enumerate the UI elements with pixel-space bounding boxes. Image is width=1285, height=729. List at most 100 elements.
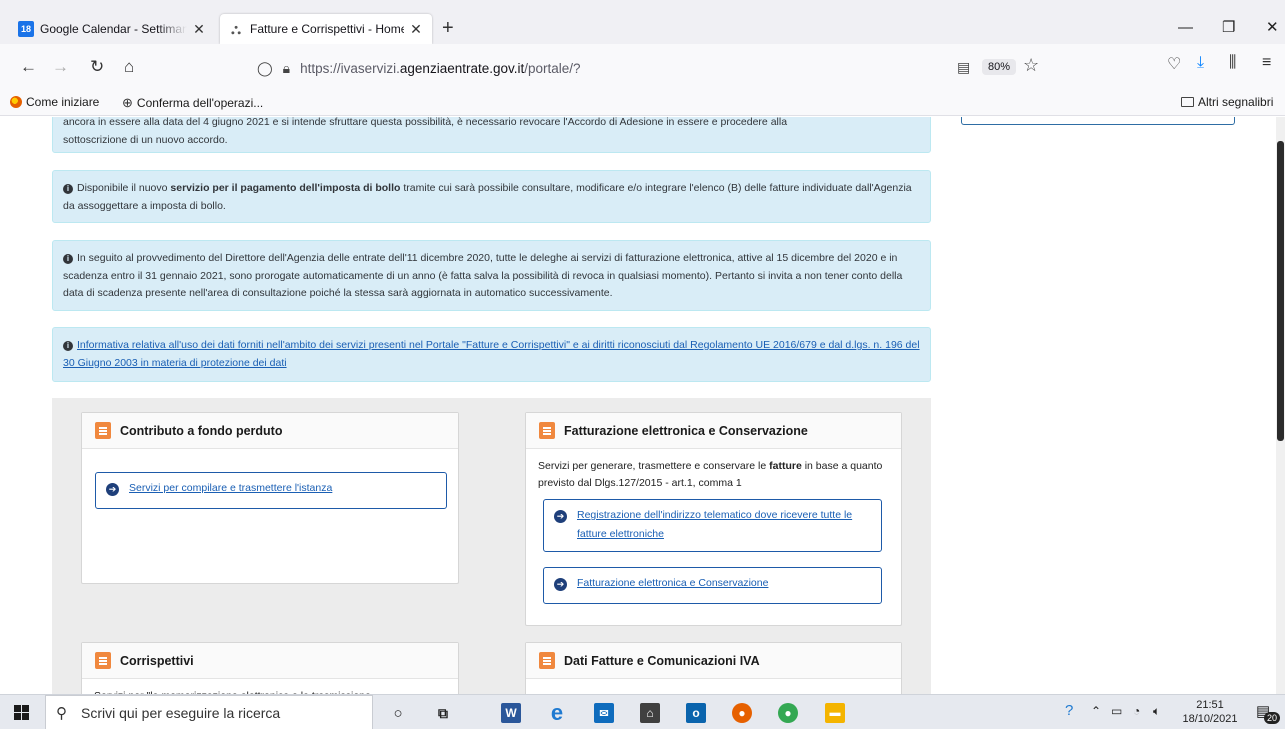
chrome-icon[interactable]: ● — [778, 703, 798, 723]
reload-icon[interactable]: ↻ — [90, 57, 104, 77]
bookmark-label: Come iniziare — [26, 95, 100, 109]
network-icon[interactable]: ▭ — [1111, 704, 1122, 718]
card-corrispettivi: Corrispettivi Servizi per "la memorizzaz… — [81, 642, 459, 694]
card-title: Contributo a fondo perduto — [120, 423, 283, 438]
bookmark-come-iniziare[interactable]: Come iniziare — [10, 95, 99, 109]
url-text[interactable]: https://ivaservizi.agenziaentrate.gov.it… — [300, 61, 580, 76]
card-title: Corrispettivi — [120, 653, 194, 668]
info-icon: i — [63, 341, 73, 351]
card-description: Servizi per generare, trasmettere e cons… — [538, 460, 883, 489]
page-viewport: ancora in essere alla data del 4 giugno … — [0, 117, 1285, 694]
restore-icon[interactable]: ❐ — [1222, 20, 1235, 36]
card-fatturazione: Fatturazione elettronica e Conservazione… — [525, 412, 902, 626]
agenzia-entrate-icon: ⛬ — [231, 20, 241, 37]
taskbar-clock[interactable]: 21:51 18/10/2021 — [1180, 698, 1240, 726]
firefox-icon[interactable]: ● — [732, 703, 752, 723]
alert-informativa-privacy: i Informativa relativa all'uso dei dati f… — [52, 327, 931, 382]
card-header: Fatturazione elettronica e Conservazione — [526, 413, 901, 449]
card-title: Fatturazione elettronica e Conservazione — [564, 423, 808, 438]
bookmarks-bar: Come iniziare ⊕ Conferma dell'operazi...… — [0, 90, 1285, 116]
tab-title: Google Calendar - Settimana del — [40, 22, 187, 36]
library-icon[interactable]: ⫼ — [1229, 54, 1236, 72]
bookmark-label: Conferma dell'operazi... — [136, 96, 264, 110]
store-icon[interactable]: ⌂ — [640, 703, 660, 723]
document-icon — [539, 422, 555, 439]
arrow-right-icon: ➔ — [106, 483, 119, 496]
lock-icon[interactable]: 🔒︎ — [283, 60, 290, 77]
minimize-icon[interactable]: — — [1178, 20, 1193, 36]
card-header: Contributo a fondo perduto — [82, 413, 458, 449]
button-label: Servizi per compilare e trasmettere l'is… — [129, 482, 333, 494]
calendar-icon: 18 — [18, 21, 34, 37]
informativa-link[interactable]: Informativa relativa all'uso dei dati fo… — [63, 339, 920, 369]
card-header: Corrispettivi — [82, 643, 458, 679]
alert-imposta-bollo: i Disponibile il nuovo servizio per il pa… — [52, 170, 931, 223]
shield-icon[interactable]: ◯ — [257, 60, 273, 77]
bookmark-conferma[interactable]: ⊕ Conferma dell'operazi... — [122, 95, 263, 111]
bookmark-label: Altri segnalibri — [1198, 95, 1274, 109]
fatturazione-conservazione-button[interactable]: ➔ Fatturazione elettronica e Conservazio… — [543, 567, 882, 604]
tab-google-calendar[interactable]: 18 Google Calendar - Settimana del ✕ — [10, 14, 215, 44]
card-dati-fatture: Dati Fatture e Comunicazioni IVA — [525, 642, 902, 694]
arrow-right-icon: ➔ — [554, 510, 567, 523]
zoom-level-badge[interactable]: 80% — [982, 59, 1017, 75]
wifi-icon[interactable]: ◔ — [1133, 704, 1140, 718]
button-label: Registrazione dell'indirizzo telematico … — [577, 509, 853, 540]
alert-text: ancora in essere alla data del 4 giugno … — [63, 117, 788, 128]
back-icon[interactable]: ← — [20, 57, 37, 77]
alert-accordo-adesione: ancora in essere alla data del 4 giugno … — [52, 117, 931, 153]
scrollbar-thumb[interactable] — [1277, 141, 1284, 441]
pocket-icon[interactable]: ♡ — [1167, 54, 1181, 74]
servizi-istanza-button[interactable]: ➔ Servizi per compilare e trasmettere l'… — [95, 472, 447, 509]
alert-text: sottoscrizione di un nuovo accordo. — [63, 133, 228, 146]
info-icon: i — [63, 254, 73, 264]
url-bar[interactable]: ◯ 🔒︎ https://ivaservizi.agenziaentrate.g… — [245, 52, 1050, 84]
browser-tab-bar: 18 Google Calendar - Settimana del ✕ ⛬ F… — [0, 0, 1285, 44]
cortana-icon[interactable]: ○ — [388, 703, 408, 723]
new-tab-button[interactable]: + — [442, 18, 454, 38]
forward-icon[interactable]: → — [52, 57, 69, 77]
card-header: Dati Fatture e Comunicazioni IVA — [526, 643, 901, 679]
window-close-icon[interactable]: ✕ — [1266, 20, 1279, 36]
arrow-right-icon: ➔ — [554, 578, 567, 591]
outlook-icon[interactable]: o — [686, 703, 706, 723]
task-view-icon[interactable]: ⧉ — [433, 703, 453, 723]
chevron-up-icon[interactable]: ⌃ — [1091, 704, 1101, 718]
document-icon — [95, 422, 111, 439]
card-contributo: Contributo a fondo perduto ➔ Servizi per… — [81, 412, 459, 584]
tab-fatture-corrispettivi[interactable]: ⛬ Fatture e Corrispettivi - Home ✕ — [220, 14, 432, 44]
document-icon — [539, 652, 555, 669]
edge-icon[interactable]: e — [547, 700, 567, 725]
card-title: Dati Fatture e Comunicazioni IVA — [564, 653, 760, 668]
home-icon[interactable]: ⌂ — [124, 57, 134, 77]
mail-icon[interactable]: ✉ — [594, 703, 614, 723]
reader-view-icon[interactable]: ▤ — [957, 59, 970, 76]
windows-start-icon[interactable] — [14, 705, 29, 720]
alert-deleghe-proroga: i In seguito al provvedimento del Diretto… — [52, 240, 931, 311]
info-icon: i — [63, 184, 73, 194]
globe-icon: ⊕ — [122, 95, 133, 110]
windows-taskbar: ⚲ Scrivi qui per eseguire la ricerca ○ ⧉… — [0, 694, 1285, 729]
page-scrollbar[interactable] — [1276, 117, 1285, 694]
folder-icon — [1181, 97, 1194, 107]
menu-icon[interactable]: ≡ — [1262, 54, 1271, 72]
right-panel-box — [961, 117, 1235, 125]
volume-icon[interactable]: 🔈︎ — [1153, 704, 1160, 719]
close-icon[interactable]: ✕ — [191, 21, 207, 38]
registrazione-indirizzo-button[interactable]: ➔ Registrazione dell'indirizzo telematic… — [543, 499, 882, 552]
notification-count: 20 — [1263, 712, 1280, 724]
notification-center[interactable]: ▤ 20 — [1256, 702, 1280, 724]
firefox-icon — [10, 96, 22, 108]
other-bookmarks[interactable]: Altri segnalibri — [1181, 95, 1273, 109]
search-icon: ⚲ — [56, 704, 67, 722]
help-icon[interactable]: ? — [1065, 702, 1073, 719]
card-description: Servizi per "la memorizzazione elettroni… — [82, 679, 458, 694]
file-explorer-icon[interactable]: ▬ — [825, 703, 845, 723]
browser-nav-bar: ← → ↻ ⌂ ◯ 🔒︎ https://ivaservizi.agenziae… — [0, 44, 1285, 90]
word-icon[interactable]: W — [501, 703, 521, 723]
download-icon[interactable]: ⤓ — [1197, 54, 1204, 72]
services-section: Contributo a fondo perduto ➔ Servizi per… — [52, 398, 931, 694]
taskbar-search-box[interactable]: ⚲ Scrivi qui per eseguire la ricerca — [45, 695, 373, 729]
bookmark-star-icon[interactable]: ☆ — [1023, 55, 1039, 76]
close-icon[interactable]: ✕ — [408, 21, 424, 38]
